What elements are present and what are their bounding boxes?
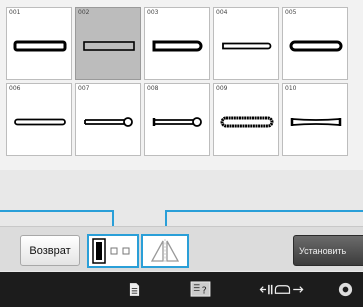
keyhole-bartack-buttonhole-icon: [152, 117, 202, 127]
stitch-number: 008: [147, 85, 159, 92]
stitch-cell-007[interactable]: 007: [75, 83, 141, 156]
stitch-cell-008[interactable]: 008: [144, 83, 210, 156]
thin-rounded-buttonhole-icon: [14, 118, 66, 126]
help-icon[interactable]: ?: [188, 272, 212, 307]
document-icon[interactable]: [124, 272, 144, 307]
narrow-rounded-buttonhole-icon: [222, 42, 272, 50]
rounded-both-ends-buttonhole-icon: [289, 40, 343, 52]
settings-icon[interactable]: [334, 272, 356, 307]
stitch-cell-002[interactable]: 002: [75, 7, 141, 80]
stitch-cell-005[interactable]: 005: [282, 7, 348, 80]
presser-foot-width-icon: [258, 272, 306, 307]
mirror-image-button[interactable]: [141, 234, 189, 268]
callout-line: [0, 210, 114, 212]
sewing-mode-selector[interactable]: [87, 234, 139, 268]
stitch-cell-009[interactable]: 009: [213, 83, 279, 156]
sewing-mode-selector-icon: [92, 238, 130, 264]
status-bar: ?: [0, 272, 363, 307]
callout-line: [165, 210, 363, 212]
svg-text:?: ?: [201, 285, 206, 296]
document-icon-glyph: [129, 283, 139, 296]
stitch-number: 007: [78, 85, 90, 92]
stitch-number: 005: [285, 9, 297, 16]
settings-icon-glyph: [338, 282, 352, 297]
presser-foot-width-glyph: [259, 284, 304, 295]
stitch-number: 006: [9, 85, 21, 92]
stitch-grid-area: 001 002 003 004 005 006 007 008 009 010: [0, 0, 363, 170]
keyhole-buttonhole-icon: [84, 117, 133, 127]
set-button[interactable]: Установить: [293, 235, 363, 266]
stitch-number: 010: [285, 85, 297, 92]
return-button[interactable]: Возврат: [20, 235, 80, 266]
rounded-end-buttonhole-icon: [152, 40, 203, 52]
stitch-number: 003: [147, 9, 159, 16]
stitch-cell-004[interactable]: 004: [213, 7, 279, 80]
rounded-buttonhole-bold-icon: [13, 40, 67, 52]
stitch-cell-010[interactable]: 010: [282, 83, 348, 156]
mirror-image-icon: [150, 239, 180, 263]
tapered-buttonhole-icon: [290, 118, 342, 126]
help-icon-glyph: ?: [190, 281, 210, 297]
stitch-grid: 001 002 003 004 005 006 007 008 009 010: [6, 7, 349, 157]
stitch-number: 001: [9, 9, 21, 16]
stitch-number: 009: [216, 85, 228, 92]
stitch-number: 002: [78, 9, 90, 16]
stitch-number: 004: [216, 9, 228, 16]
square-buttonhole-thin-icon: [83, 41, 135, 51]
stitch-cell-001[interactable]: 001: [6, 7, 72, 80]
stitch-cell-006[interactable]: 006: [6, 83, 72, 156]
stitch-cell-003[interactable]: 003: [144, 7, 210, 80]
stretch-buttonhole-icon: [220, 116, 274, 128]
